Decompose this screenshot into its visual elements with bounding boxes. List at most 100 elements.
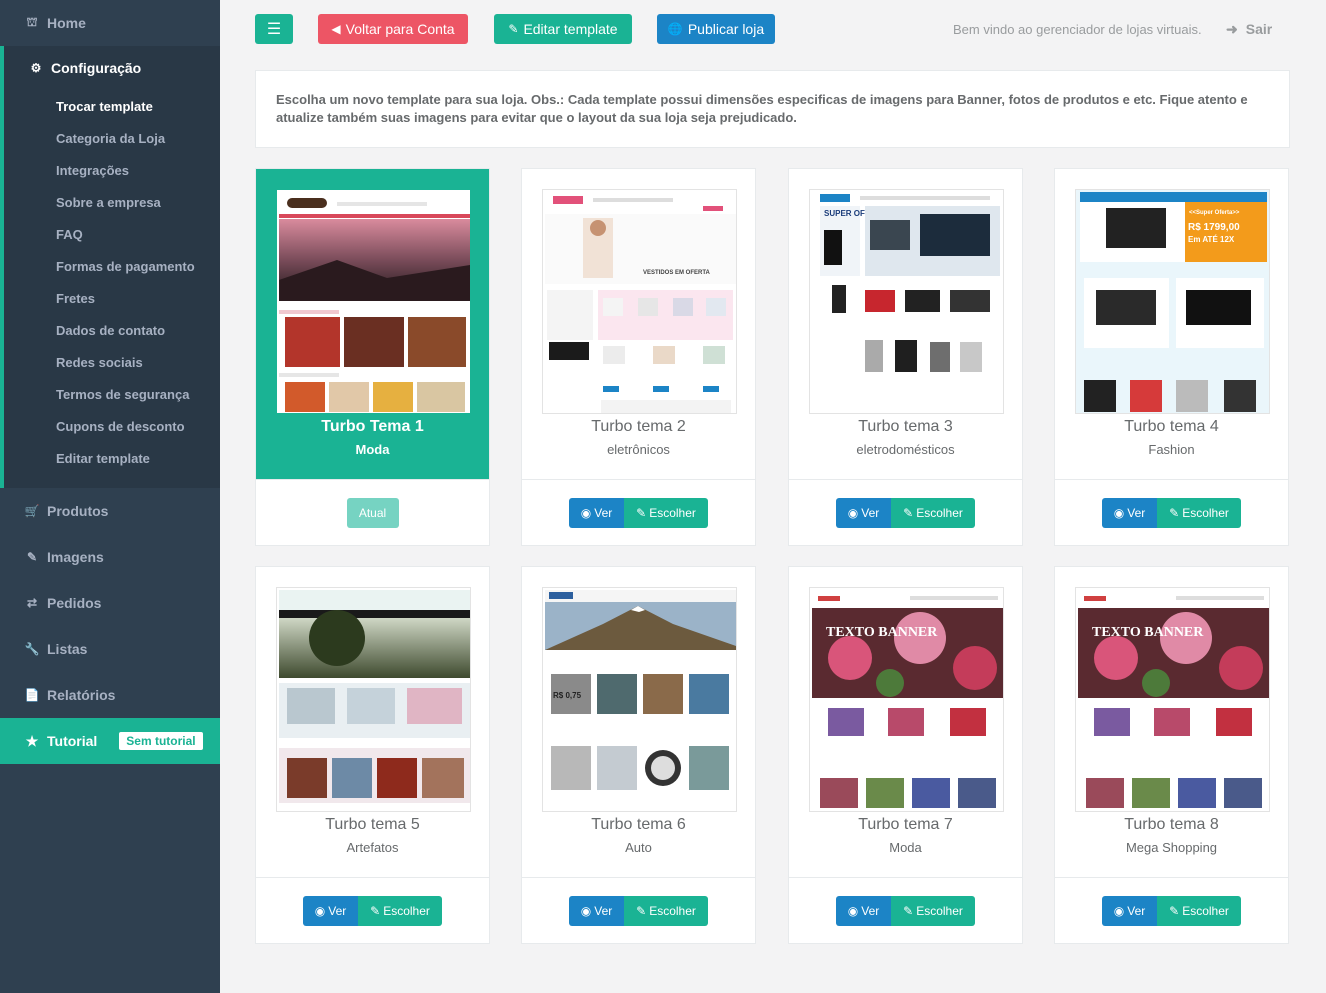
escolher-label: Escolher [1182,903,1229,918]
sidebar-item-sobre[interactable]: Sobre a empresa [4,186,220,218]
eye-icon: ◉ [847,903,859,918]
template-preview-image: TEXTO BANNER [810,588,1003,811]
template-card: Turbo tema 5 Artefatos ◉ Ver ✎ Escolher [255,566,490,944]
nav-config[interactable]: ⚙ Configuração [0,46,220,90]
template-name: Turbo tema 3 [858,418,953,435]
sidebar-item-integracoes[interactable]: Integrações [4,154,220,186]
template-card-actions: ◉ Ver ✎ Escolher [522,877,755,943]
edit-icon: ✎ [903,505,914,520]
publicar-loja-label: Publicar loja [687,21,765,37]
escolher-button[interactable]: ✎ Escolher [1157,497,1241,528]
template-card-header: Turbo Tema 1 Moda [256,169,489,479]
template-card: Turbo Tema 1 Moda Atual [255,168,490,546]
nav-imagens[interactable]: ✎ Imagens [0,534,220,580]
globe-icon: 🌐 [667,22,683,36]
wrench-icon: 🔧 [24,642,40,656]
nav-pedidos[interactable]: ⇄ Pedidos [0,580,220,626]
ver-button[interactable]: ◉ Ver [836,895,891,926]
template-card-actions: ◉ Ver ✎ Escolher [789,479,1022,545]
signout-icon: ➜ [1226,21,1238,37]
escolher-label: Escolher [916,903,963,918]
sidebar-item-trocar-template[interactable]: Trocar template [4,90,220,122]
home-icon: ⛫ [26,15,38,29]
sidebar-item-contato[interactable]: Dados de contato [4,314,220,346]
sidebar-item-termos[interactable]: Termos de segurança [4,378,220,410]
sidebar-item-faq[interactable]: FAQ [4,218,220,250]
template-card: TEXTO BANNER Turbo tema 7 Moda ◉ Ver ✎ Esc… [788,566,1023,944]
atual-button[interactable]: Atual [346,497,399,528]
template-card-header: SUPER OFERTA Turbo tema 3 eletrodoméstic… [789,169,1022,479]
template-card-actions: ◉ Ver ✎ Escolher [256,877,489,943]
ver-button[interactable]: ◉ Ver [1102,895,1157,926]
edit-icon: ✎ [903,903,914,918]
ver-label: Ver [594,505,613,520]
escolher-button[interactable]: ✎ Escolher [1157,895,1241,926]
escolher-button[interactable]: ✎ Escolher [891,497,975,528]
template-card-header: TEXTO BANNER Turbo tema 7 Moda [789,567,1022,877]
logout-link[interactable]: ➜ Sair [1226,21,1272,38]
menu-toggle-button[interactable]: ☰ [255,14,293,44]
template-preview-image: VESTIDOS EM OFERTA [543,190,736,413]
ver-button[interactable]: ◉ Ver [836,497,891,528]
template-name: Turbo tema 7 [858,816,953,833]
nav-pedidos-label: Pedidos [47,595,102,611]
template-card-header: R$ 0,75 Turbo tema 6 Auto [522,567,755,877]
t2-banner-text: VESTIDOS EM OFERTA [643,270,711,276]
gears-icon: ⚙ [30,61,42,75]
nav-listas[interactable]: 🔧 Listas [0,626,220,672]
edit-icon: ✎ [636,903,647,918]
nav-tutorial[interactable]: ★ Tutorial Sem tutorial [0,718,220,764]
nav-produtos[interactable]: 🛒 Produtos [0,488,220,534]
sidebar-item-editar[interactable]: Editar template [4,442,220,474]
template-category: Mega Shopping [1125,840,1218,855]
escolher-label: Escolher [1182,505,1229,520]
eye-icon: ◉ [847,505,859,520]
template-card-header: <<Super Oferta>> R$ 1799,00 Em ATÉ 12X T… [1055,169,1288,479]
escolher-label: Escolher [649,505,696,520]
sidebar-item-categoria[interactable]: Categoria da Loja [4,122,220,154]
template-preview-image: TEXTO BANNER [1076,588,1269,811]
publicar-loja-button[interactable]: 🌐 Publicar loja [657,14,775,44]
t4-price-text: R$ 1799,00 [1188,222,1240,233]
editar-template-button[interactable]: ✎ Editar template [494,14,632,44]
escolher-button[interactable]: ✎ Escolher [624,895,708,926]
nav-imagens-label: Imagens [47,549,104,565]
template-name: Turbo tema 4 [1124,418,1219,435]
template-thumbnail: VESTIDOS EM OFERTA [542,189,737,414]
escolher-button[interactable]: ✎ Escolher [358,895,442,926]
escolher-label: Escolher [916,505,963,520]
ver-button[interactable]: ◉ Ver [569,497,624,528]
nav-produtos-label: Produtos [47,503,109,519]
t7-banner-text: TEXTO BANNER [826,625,938,640]
template-card: VESTIDOS EM OFERTA Turbo tema 2 eletrôni… [521,168,756,546]
edit-icon: ✎ [370,903,381,918]
escolher-button[interactable]: ✎ Escolher [624,497,708,528]
t4-offer-text: <<Super Oferta>> [1189,210,1240,216]
edit-icon: ✎ [636,505,647,520]
ver-button[interactable]: ◉ Ver [569,895,624,926]
nav-home[interactable]: ⛫ Home [0,0,220,46]
sidebar-item-pagamento[interactable]: Formas de pagamento [4,250,220,282]
sidebar-item-fretes[interactable]: Fretes [4,282,220,314]
sidebar-item-redes[interactable]: Redes sociais [4,346,220,378]
template-preview-image [277,588,470,811]
template-thumbnail: SUPER OFERTA [809,189,1004,414]
escolher-button[interactable]: ✎ Escolher [891,895,975,926]
nav-relatorios[interactable]: 📄 Relatórios [0,672,220,718]
tutorial-badge: Sem tutorial [119,732,203,750]
sidebar-item-cupons[interactable]: Cupons de desconto [4,410,220,442]
ver-label: Ver [861,903,880,918]
template-name: Turbo tema 8 [1124,816,1219,833]
nav-relatorios-label: Relatórios [47,687,116,703]
edit-icon: ✎ [1169,505,1180,520]
t6-price-text: R$ 0,75 [553,691,582,700]
ver-button[interactable]: ◉ Ver [1102,497,1157,528]
template-thumbnail [276,587,471,812]
voltar-conta-button[interactable]: ◀ Voltar para Conta [318,14,468,44]
template-name: Turbo tema 6 [591,816,686,833]
edit-icon: ✎ [1169,903,1180,918]
nav-home-label: Home [47,15,86,31]
voltar-conta-label: Voltar para Conta [345,21,455,37]
ver-button[interactable]: ◉ Ver [303,895,358,926]
template-preview-image [277,190,470,413]
